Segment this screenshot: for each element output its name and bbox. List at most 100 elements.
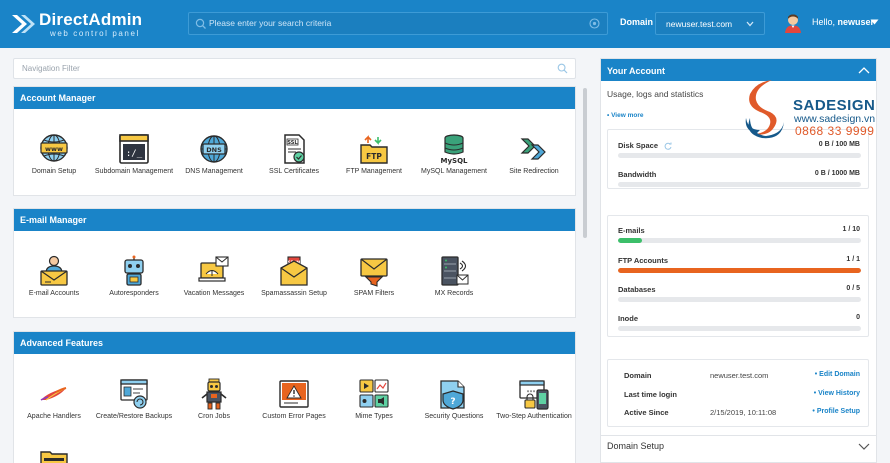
tile-mx-records[interactable]: MX Records <box>414 255 494 298</box>
directadmin-logo[interactable]: DirectAdmin web control panel <box>10 9 145 39</box>
usage-subtitle: Usage, logs and statistics <box>607 89 704 99</box>
tile-label: E-mail Accounts <box>28 290 80 297</box>
search-icon <box>195 18 206 29</box>
advanced-features-panel: Advanced Features Apache Handlers Create… <box>13 331 576 463</box>
tile-subdomain-management[interactable]: :/_ Subdomain Management <box>94 133 174 176</box>
tile-label: FTP Management <box>346 168 402 175</box>
bandwidth-value: 0 B / 1000 MB <box>814 170 860 177</box>
databases-bar <box>618 297 861 302</box>
domain-setup-section-title[interactable]: Domain Setup <box>607 441 664 451</box>
profile-setup-link[interactable]: • Profile Setup <box>812 408 860 415</box>
spam-envelope-icon: SPAM <box>280 256 308 286</box>
tile-label: SSL Certificates <box>269 168 319 175</box>
domain-label: Domain <box>620 17 654 27</box>
terminal-icon: :/_ <box>119 134 149 164</box>
caret-down-icon[interactable] <box>870 19 879 25</box>
user-greeting[interactable]: Hello, newuser <box>812 17 874 27</box>
top-header: DirectAdmin web control panel Please ent… <box>0 0 890 48</box>
tile-spamassassin-setup[interactable]: SPAM Spamassassin Setup <box>254 255 334 298</box>
tile-label: DNS Management <box>185 168 243 175</box>
domain-select-value: newuser.test.com <box>666 19 733 29</box>
chevron-down-icon[interactable] <box>858 443 870 451</box>
app-name: DirectAdmin <box>39 10 143 29</box>
panel-title: Advanced Features <box>20 338 104 348</box>
tile-label: Apache Handlers <box>27 413 81 420</box>
robot-icon <box>124 255 144 286</box>
tile-two-step-authentication[interactable]: *** Two-Step Authentication <box>494 378 574 421</box>
emails-bar <box>618 238 861 243</box>
tile-email-accounts[interactable]: E-mail Accounts <box>14 255 94 298</box>
tile-label: Domain Setup <box>31 168 77 175</box>
account-info-box: Domain newuser.test.com • Edit Domain La… <box>607 359 869 427</box>
spam-filter-icon <box>360 258 388 287</box>
tile-create-restore-backups[interactable]: Create/Restore Backups <box>94 378 174 421</box>
globe-www-icon: www <box>40 134 68 162</box>
databases-label: Databases <box>618 285 656 294</box>
email-manager-header[interactable]: E-mail Manager <box>14 209 575 231</box>
target-icon[interactable] <box>588 17 601 30</box>
bandwidth-label: Bandwidth <box>618 170 657 179</box>
tile-cron-jobs[interactable]: Cron Jobs <box>174 378 254 421</box>
tile-spam-filters[interactable]: SPAM Filters <box>334 255 414 298</box>
tile-security-questions[interactable]: ? Security Questions <box>414 378 494 421</box>
view-history-link[interactable]: • View History <box>814 390 860 397</box>
account-manager-header[interactable]: Account Manager <box>14 87 575 109</box>
tile-label: Two-Step Authentication <box>496 413 572 420</box>
globe-dns-icon: DNS <box>200 135 228 163</box>
active-since-label: Active Since <box>624 408 669 417</box>
tile-label: Spamassassin Setup <box>261 290 327 297</box>
refresh-icon[interactable] <box>664 142 672 150</box>
panel-title: E-mail Manager <box>20 215 87 225</box>
sadesign-watermark: SADESIGN www.sadesign.vn 0868 33 9999 <box>742 78 882 142</box>
redirect-arrows-icon <box>520 138 546 160</box>
shield-question-icon: ? <box>440 380 465 410</box>
tile-vacation-messages[interactable]: Vacation Messages <box>174 255 254 298</box>
error-window-icon <box>279 380 309 408</box>
domain-select[interactable]: newuser.test.com <box>655 12 765 35</box>
edit-domain-link[interactable]: • Edit Domain <box>815 371 860 378</box>
vacation-laptop-icon <box>198 256 229 282</box>
view-more-link[interactable]: • View more <box>607 112 643 119</box>
ftp-accounts-value: 1 / 1 <box>846 256 860 263</box>
tile-mime-types[interactable]: Mime Types <box>334 378 414 421</box>
tile-autoresponders[interactable]: Autoresponders <box>94 255 174 298</box>
search-placeholder: Please enter your search criteria <box>209 18 332 28</box>
tile-label: Vacation Messages <box>183 290 245 297</box>
tile-site-redirection[interactable]: Site Redirection <box>494 133 574 176</box>
tile-label: Subdomain Management <box>94 168 174 175</box>
app-tagline: web control panel <box>50 29 140 38</box>
two-step-auth-icon: *** <box>519 380 549 410</box>
global-search-input[interactable]: Please enter your search criteria <box>188 12 608 35</box>
robot-worker-icon <box>201 378 227 410</box>
account-limits-box: E-mails 1 / 10 FTP Accounts 1 / 1 Databa… <box>607 215 869 337</box>
sadesign-logo-icon <box>745 80 784 139</box>
username: newuser <box>837 17 875 27</box>
tile-dns-management[interactable]: DNS DNS Management <box>174 133 254 176</box>
databases-value: 0 / 5 <box>846 285 860 292</box>
svg-text::/_: :/_ <box>126 149 143 159</box>
info-domain-value: newuser.test.com <box>710 371 769 380</box>
tile-custom-error-pages[interactable]: Custom Error Pages <box>254 378 334 421</box>
tile-mysql-management[interactable]: MySQL MySQL Management <box>414 133 494 176</box>
tile-ssl-certificates[interactable]: SSL SSL Certificates <box>254 133 334 176</box>
backup-icon <box>120 379 148 409</box>
apache-feather-icon <box>40 387 67 401</box>
divider <box>601 435 876 436</box>
scrollbar[interactable] <box>583 88 587 238</box>
tile-label: MX Records <box>434 290 474 297</box>
emails-label: E-mails <box>618 226 645 235</box>
tile-label: Security Questions <box>424 413 484 420</box>
advanced-features-header[interactable]: Advanced Features <box>14 332 575 354</box>
folder-icon <box>40 451 68 463</box>
svg-text:DNS: DNS <box>206 146 222 154</box>
tile-domain-setup[interactable]: www Domain Setup <box>14 133 94 176</box>
tile-apache-handlers[interactable]: Apache Handlers <box>14 378 94 421</box>
user-avatar-icon[interactable] <box>784 13 802 33</box>
chevron-up-icon[interactable] <box>858 66 870 74</box>
tile-more-folder[interactable] <box>14 448 94 463</box>
server-icon <box>441 256 469 286</box>
inode-bar <box>618 326 861 331</box>
tile-ftp-management[interactable]: FTP FTP Management <box>334 133 414 176</box>
navigation-filter-input[interactable]: Navigation Filter <box>13 58 576 79</box>
tile-label: Cron Jobs <box>198 413 230 420</box>
